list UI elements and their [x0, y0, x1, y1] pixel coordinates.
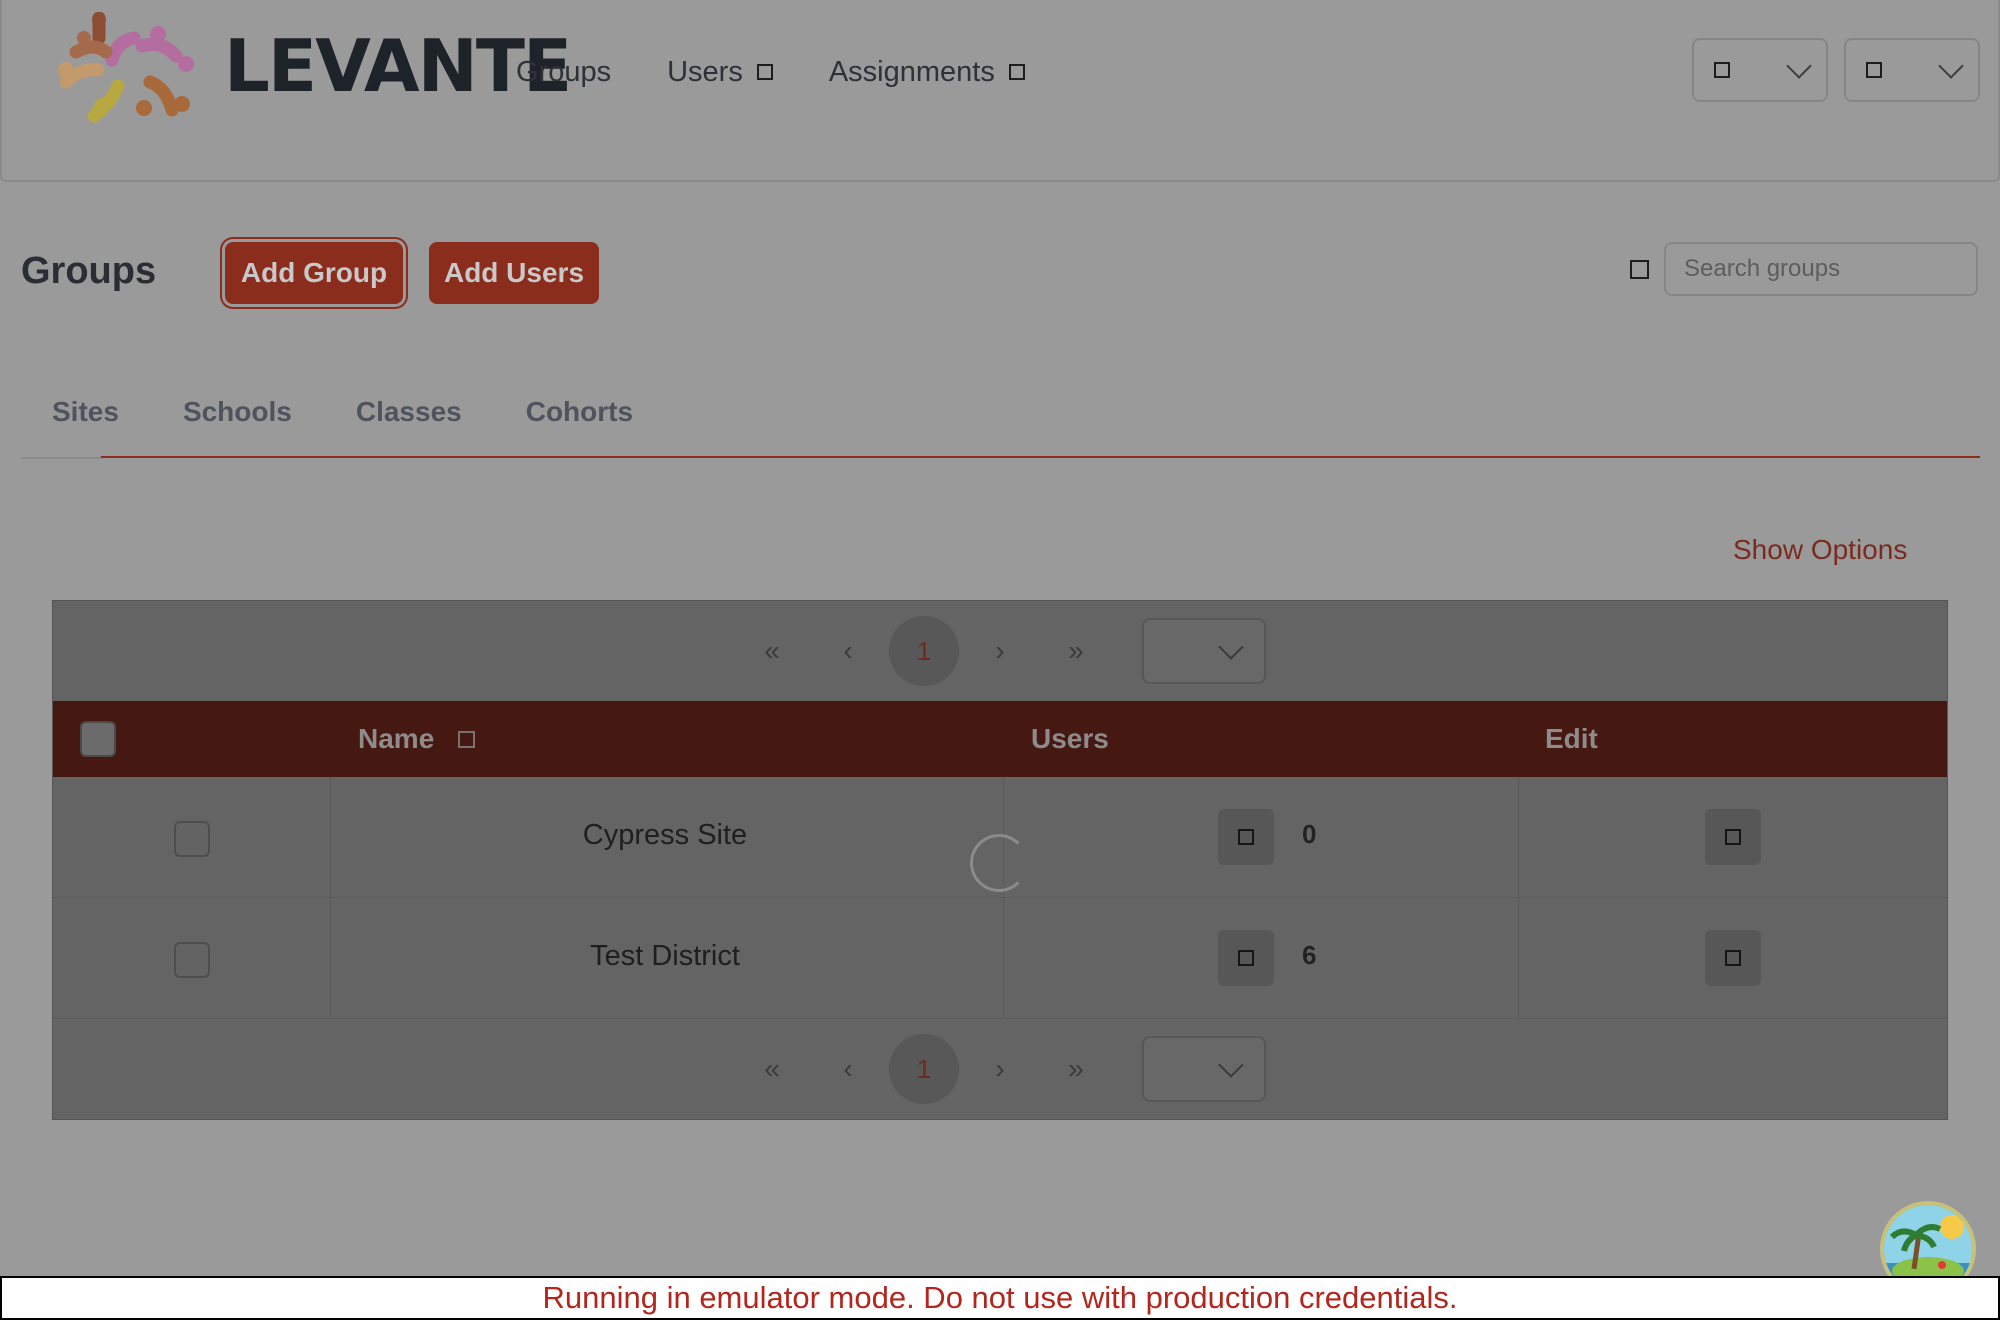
column-users-label: Users — [1031, 723, 1109, 754]
cell-divider — [1003, 898, 1004, 1018]
view-users-button[interactable] — [1218, 809, 1274, 865]
chevron-down-icon — [1786, 53, 1812, 79]
edit-icon — [1725, 829, 1741, 845]
search-input[interactable] — [1664, 242, 1978, 296]
add-group-button[interactable]: Add Group — [225, 242, 403, 304]
chevron-down-icon — [1008, 64, 1025, 80]
last-page-button[interactable]: » — [1041, 616, 1111, 686]
nav-groups-label: Groups — [516, 55, 612, 88]
last-page-button[interactable]: » — [1041, 1034, 1111, 1104]
paginator-bottom: « ‹ 1 › » — [53, 1019, 1947, 1119]
levante-logo[interactable]: LEVANTE — [54, 11, 572, 124]
loading-spinner-icon — [970, 834, 1028, 892]
select-all-checkbox[interactable] — [80, 721, 116, 757]
paginator-top: « ‹ 1 › » — [53, 601, 1947, 701]
main-nav: Groups Users Assignments — [516, 52, 1081, 92]
view-users-button[interactable] — [1218, 930, 1274, 986]
first-page-button[interactable]: « — [737, 616, 807, 686]
column-header-name[interactable]: Name — [358, 723, 476, 755]
group-name: Cypress Site — [582, 819, 748, 851]
row-checkbox[interactable] — [174, 942, 210, 978]
logo-mark-icon — [58, 11, 194, 123]
emulator-warning-banner: Running in emulator mode. Do not use wit… — [0, 1276, 2000, 1320]
sort-icon[interactable] — [458, 730, 476, 748]
chevron-down-icon — [756, 64, 773, 80]
edit-button[interactable] — [1705, 809, 1761, 865]
column-header-users: Users — [1031, 723, 1109, 755]
next-page-button[interactable]: › — [965, 616, 1035, 686]
top-navbar: LEVANTE Groups Users Assignments — [0, 0, 2000, 182]
chevron-down-icon — [1218, 1052, 1244, 1078]
tab-underline-inactive — [21, 457, 101, 459]
column-edit-label: Edit — [1545, 723, 1598, 754]
nav-assignments[interactable]: Assignments — [829, 52, 1025, 92]
user-menu-select[interactable] — [1844, 38, 1980, 102]
show-options-link[interactable]: Show Options — [1733, 534, 1907, 566]
table-header: Name Users Edit — [53, 701, 1947, 777]
user-count: 0 — [1302, 819, 1317, 849]
column-name-label: Name — [358, 723, 435, 754]
tab-underline-active — [101, 456, 1980, 458]
nav-users[interactable]: Users — [667, 52, 773, 92]
tab-cohorts[interactable]: Cohorts — [526, 396, 633, 428]
user-icon — [1866, 62, 1882, 78]
rows-per-page-select[interactable] — [1142, 618, 1266, 684]
emulator-warning-text: Running in emulator mode. Do not use wit… — [542, 1280, 1458, 1315]
group-type-tabs: Sites Schools Classes Cohorts — [52, 396, 697, 428]
first-page-button[interactable]: « — [737, 1034, 807, 1104]
page-title: Groups — [21, 250, 157, 292]
language-select[interactable] — [1692, 38, 1828, 102]
column-header-edit: Edit — [1545, 723, 1598, 755]
tab-schools[interactable]: Schools — [183, 396, 292, 428]
nav-assignments-label: Assignments — [828, 55, 995, 88]
users-icon — [1238, 950, 1254, 966]
user-count: 6 — [1302, 940, 1317, 970]
edit-icon — [1725, 950, 1741, 966]
cell-divider — [1518, 898, 1519, 1018]
page-number-button[interactable]: 1 — [889, 616, 959, 686]
chevron-down-icon — [1218, 634, 1244, 660]
group-name: Test District — [590, 940, 740, 972]
chevron-down-icon — [1938, 53, 1964, 79]
search-icon — [1630, 260, 1649, 279]
rows-per-page-select[interactable] — [1142, 1036, 1266, 1102]
nav-groups[interactable]: Groups — [516, 52, 611, 92]
row-checkbox[interactable] — [174, 821, 210, 857]
page-number-button[interactable]: 1 — [889, 1034, 959, 1104]
tab-sites[interactable]: Sites — [52, 396, 119, 428]
users-icon — [1238, 829, 1254, 845]
tab-classes[interactable]: Classes — [356, 396, 462, 428]
cell-divider — [1518, 777, 1519, 897]
prev-page-button[interactable]: ‹ — [813, 1034, 883, 1104]
next-page-button[interactable]: › — [965, 1034, 1035, 1104]
table-row: Test District 6 — [53, 898, 1947, 1019]
add-users-button[interactable]: Add Users — [429, 242, 599, 304]
language-icon — [1714, 62, 1730, 78]
prev-page-button[interactable]: ‹ — [813, 616, 883, 686]
nav-users-label: Users — [667, 55, 743, 88]
edit-button[interactable] — [1705, 930, 1761, 986]
